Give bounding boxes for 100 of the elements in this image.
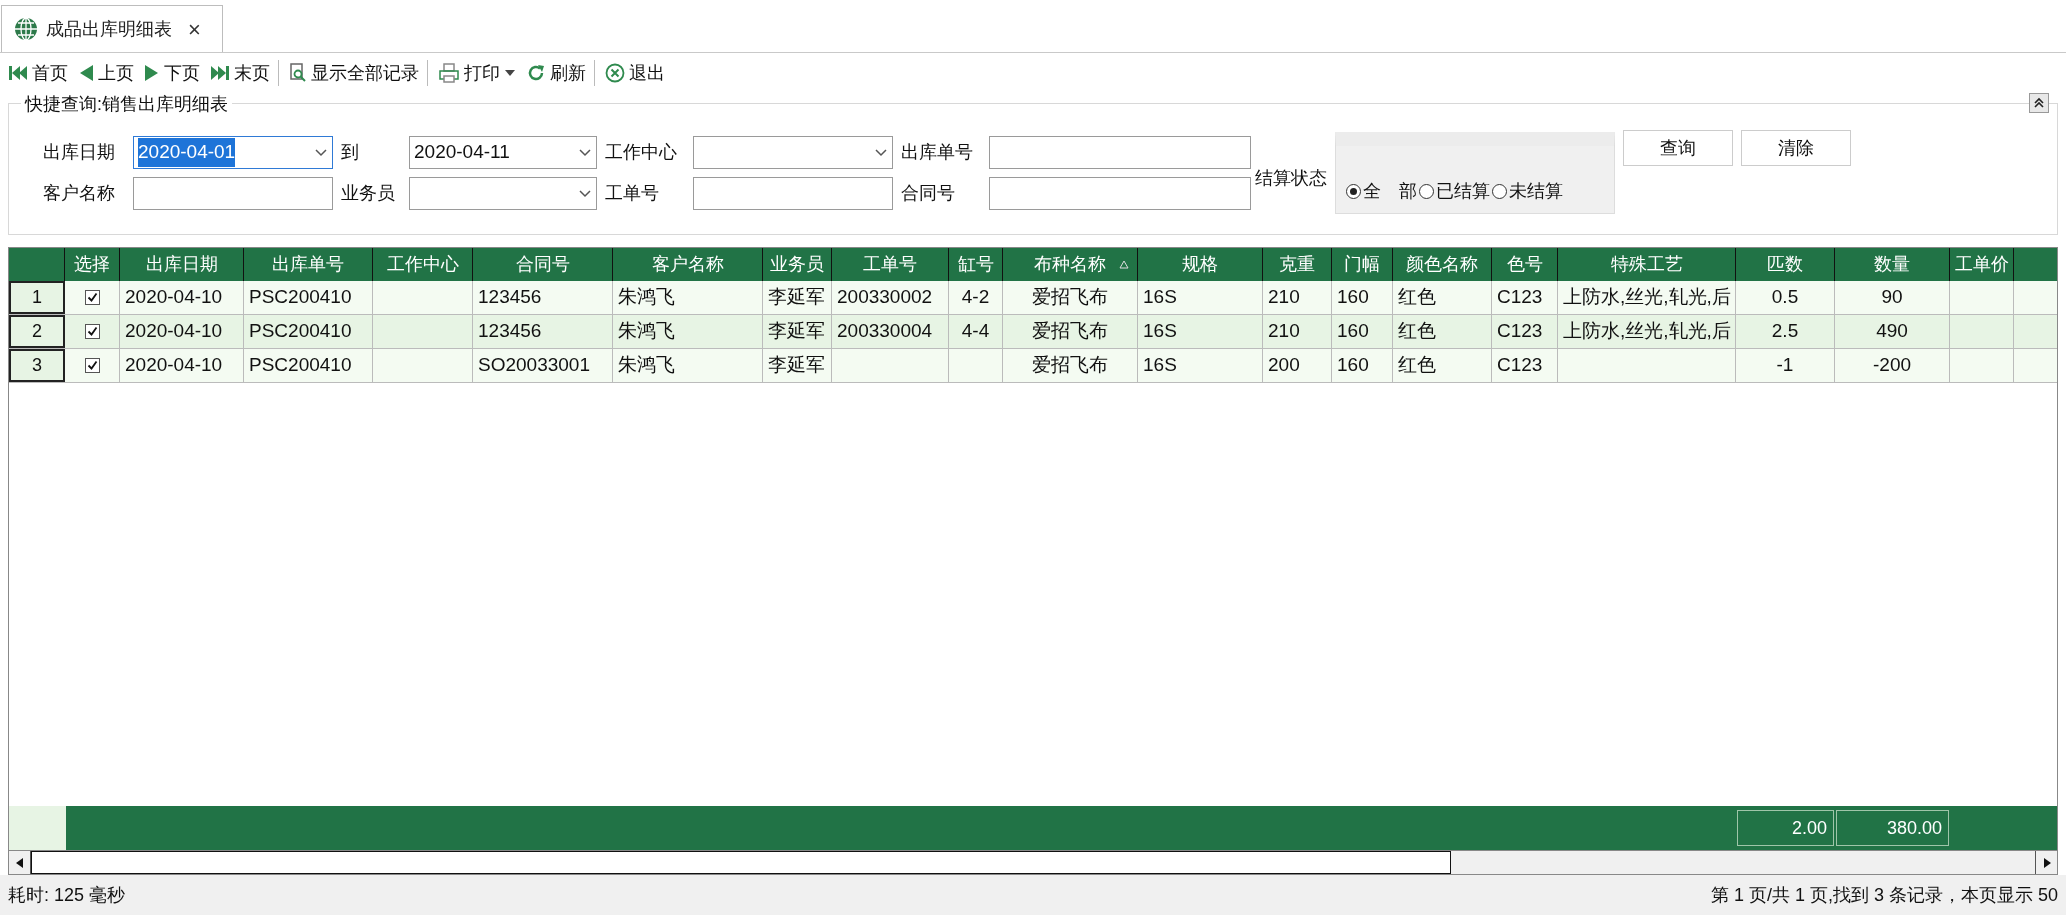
dropdown-caret-icon [578,188,592,199]
checkmark-icon [86,292,98,303]
table-cell: 2020-04-10 [120,281,244,314]
checkbox[interactable] [84,358,100,373]
dropdown-caret-icon [314,147,328,158]
field-label: 到 [340,141,360,164]
table-cell: SO20033001 [473,349,613,382]
table-cell: C123 [1492,281,1558,314]
table-cell: 200330002 [832,281,949,314]
first-page-icon [8,64,28,82]
total-cell: 2.00 [1737,810,1834,846]
table-cell: 2020-04-10 [120,349,244,382]
dropdown-caret-icon [874,147,888,158]
input-field[interactable] [693,177,893,210]
table-cell: 490 [1835,315,1950,348]
elapsed-time: 耗时: 125 毫秒 [8,883,126,907]
checkmark-icon [86,360,98,371]
row-number[interactable]: 1 [9,281,65,314]
table-cell: 上防水,丝光,轧光,后 [1558,281,1736,314]
radio-option[interactable]: 已结算 [1419,178,1490,205]
checkbox[interactable] [84,290,100,305]
checkmark-icon [86,326,98,337]
toolbar-button[interactable]: 退出 [603,57,667,89]
right-triangle-icon [144,64,160,82]
collapse-button[interactable] [2029,93,2049,113]
toolbar-button[interactable]: 刷新 [524,57,588,89]
table-cell: 朱鸿飞 [613,349,763,382]
table-cell: 爱招飞布 [1003,349,1138,382]
table-cell: 160 [1332,281,1393,314]
scrollbar-thumb[interactable] [31,851,1451,874]
field-label: 业务员 [340,182,396,205]
refresh-icon [526,63,546,83]
table-cell: 160 [1332,315,1393,348]
table-cell: -1 [1736,349,1835,382]
table-cell: 16S [1138,315,1263,348]
double-chevron-up-icon [2033,97,2045,109]
table-cell: 16S [1138,349,1263,382]
tab-title: 成品出库明细表 [46,17,172,41]
table-cell: -200 [1835,349,1950,382]
document-search-icon [289,63,307,83]
toolbar-button[interactable]: 显示全部记录 [287,57,421,89]
checkbox[interactable] [84,324,100,339]
table-cell: 16S [1138,281,1263,314]
field-label: 结算状态 [1255,166,1327,190]
last-page-icon [210,64,230,82]
page-info: 第 1 页/共 1 页,找到 3 条记录，本页显示 50 [1710,883,2058,907]
left-triangle-icon [78,64,94,82]
tab-close-button[interactable]: × [188,12,201,46]
table-cell: 0.5 [1736,281,1835,314]
table-cell: 朱鸿飞 [613,281,763,314]
table-cell: PSC200410 [244,281,373,314]
table-cell: 李延军 [763,349,832,382]
table-cell: 210 [1263,315,1332,348]
table-cell: PSC200410 [244,349,373,382]
action-button[interactable]: 查询 [1623,130,1733,166]
table-cell: C123 [1492,315,1558,348]
input-field[interactable] [989,177,1251,210]
table-cell: 90 [1835,281,1950,314]
table-cell: 4-4 [949,315,1003,348]
table-cell: 上防水,丝光,轧光,后 [1558,315,1736,348]
toolbar-button[interactable]: 首页 [6,57,70,89]
globe-icon [14,17,38,41]
document-tab[interactable]: 成品出库明细表 × [1,5,223,52]
table-cell: 2020-04-10 [120,315,244,348]
action-button[interactable]: 清除 [1741,130,1851,166]
toolbar-button[interactable]: 下页 [142,57,202,89]
dropdown-field[interactable] [693,136,893,169]
radio-option[interactable]: 全 部 [1346,178,1417,205]
table-cell: 200 [1263,349,1332,382]
field-label: 出库日期 [42,141,116,164]
table-cell: PSC200410 [244,315,373,348]
dropdown-field[interactable] [409,177,597,210]
toolbar-button[interactable]: 上页 [76,57,136,89]
table-cell: 爱招飞布 [1003,281,1138,314]
table-cell: 123456 [473,281,613,314]
input-field[interactable] [133,177,333,210]
table-cell: C123 [1492,349,1558,382]
toolbar-button[interactable]: 打印 [436,57,518,89]
total-cell: 380.00 [1836,810,1949,846]
table-cell: 爱招飞布 [1003,315,1138,348]
table-cell: 红色 [1393,315,1492,348]
table-cell: 210 [1263,281,1332,314]
table-cell: 李延军 [763,281,832,314]
toolbar-button[interactable]: 末页 [208,57,272,89]
field-label: 工作中心 [604,141,678,164]
table-cell: 朱鸿飞 [613,315,763,348]
dropdown-field[interactable]: 2020-04-01 [133,136,333,169]
dropdown-field[interactable]: 2020-04-11 [409,136,597,169]
input-field[interactable] [989,136,1251,169]
row-number[interactable]: 2 [9,315,65,348]
field-label: 客户名称 [42,182,116,205]
radio-option[interactable]: 未结算 [1492,178,1563,205]
table-cell: 200330004 [832,315,949,348]
row-number[interactable]: 3 [9,349,65,382]
field-label: 工单号 [604,182,660,205]
table-cell: 4-2 [949,281,1003,314]
table-cell: 红色 [1393,281,1492,314]
table-cell: 红色 [1393,349,1492,382]
right-triangle-icon [2042,857,2051,868]
table-cell: 123456 [473,315,613,348]
